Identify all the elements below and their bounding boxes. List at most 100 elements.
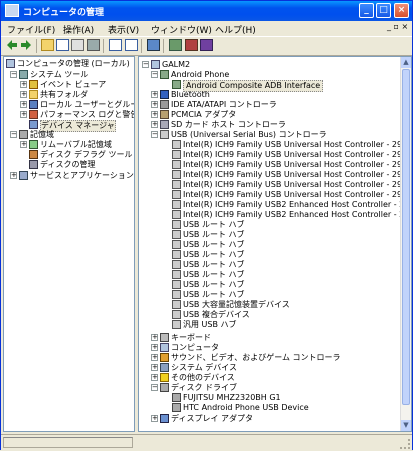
properties-icon[interactable] [71,39,84,51]
console-tree-pane[interactable]: コンピュータの管理 (ローカル) − システム ツール + イベント ビューア … [3,56,135,432]
expand-icon[interactable]: + [10,172,17,179]
device-tree-pane[interactable]: − GALM2 − Android Phone Android Composit… [138,56,412,432]
vertical-scrollbar[interactable]: ▲ ▼ [400,57,411,431]
expand-icon[interactable]: + [151,415,158,422]
disk-drive-icon [172,403,181,412]
menu-bar: ファイル(F) 操作(A) 表示(V) ウィンドウ(W) ヘルプ(H) [1,21,412,36]
computer-icon [6,59,15,68]
title-bar[interactable]: コンピュータの管理 _ □ × [1,1,412,21]
usb-icon [172,180,181,189]
system-devices-icon [160,363,169,372]
toolbar [1,36,412,56]
tools-icon [19,70,28,79]
menu-action[interactable]: 操作(A) [63,23,94,36]
usb-icon [172,230,181,239]
status-panel [3,437,133,448]
uninstall-device-icon[interactable] [200,39,213,51]
device-manager-icon [29,120,38,129]
bluetooth-icon [160,90,169,99]
expand-icon[interactable]: + [151,121,158,128]
shared-folder-icon [29,90,38,99]
forward-arrow-icon[interactable] [20,39,33,51]
expand-icon[interactable]: + [20,101,27,108]
window-title: コンピュータの管理 [23,8,105,18]
expand-icon[interactable]: + [151,344,158,351]
scrollbar-thumb[interactable] [402,69,410,405]
usb-icon [172,150,181,159]
scroll-up-icon[interactable]: ▲ [401,57,411,68]
computer-icon [151,60,160,69]
usb-icon [172,260,181,269]
phone-icon [160,70,169,79]
usb-icon [172,280,181,289]
usb-icon [172,310,181,319]
disable-device-icon[interactable] [185,39,198,51]
computer-management-icon [5,4,19,17]
scroll-down-icon[interactable]: ▼ [401,420,411,431]
event-viewer-icon [29,80,38,89]
collapse-icon[interactable]: − [142,61,149,68]
collapse-icon[interactable]: − [10,131,17,138]
expand-icon[interactable]: + [20,111,27,118]
collapse-icon[interactable]: − [151,384,158,391]
disk-drive-icon [160,383,169,392]
performance-icon [29,110,38,119]
back-arrow-icon[interactable] [5,39,18,51]
menu-file[interactable]: ファイル(F) [7,23,55,36]
computer-icon [160,343,169,352]
print-icon[interactable] [87,39,100,51]
phone-icon [172,80,181,89]
maximize-button[interactable]: □ [376,3,391,18]
expand-icon[interactable]: + [151,364,158,371]
expand-icon[interactable]: + [20,91,27,98]
defrag-icon [29,150,38,159]
usb-icon [160,130,169,139]
expand-icon[interactable]: + [151,111,158,118]
keyboard-icon [160,333,169,342]
menu-window[interactable]: ウィンドウ(W) [151,23,212,36]
removable-storage-icon [29,140,38,149]
usb-icon [172,240,181,249]
usb-icon [172,160,181,169]
expand-icon[interactable]: + [20,81,27,88]
console-icon[interactable] [125,39,138,51]
usb-icon [172,290,181,299]
expand-icon[interactable]: + [151,101,158,108]
storage-icon [19,130,28,139]
mdi-controls[interactable]: _ ▫ × [387,22,411,35]
sd-card-icon [160,120,169,129]
resize-grip[interactable] [400,439,410,449]
minimize-button[interactable]: _ [359,3,374,18]
scan-hardware-icon[interactable] [147,39,160,51]
status-bar [1,434,412,451]
expand-icon[interactable]: + [151,91,158,98]
usb-icon [172,170,181,179]
update-driver-icon[interactable] [169,39,182,51]
usb-icon [172,190,181,199]
close-button[interactable]: × [394,3,409,18]
help-icon[interactable] [109,39,122,51]
unknown-device-icon [160,373,169,382]
collapse-icon[interactable]: − [151,131,158,138]
usb-icon [172,250,181,259]
collapse-icon[interactable]: − [10,71,17,78]
menu-view[interactable]: 表示(V) [108,23,139,36]
usb-icon [172,300,181,309]
ide-icon [160,100,169,109]
usb-icon [172,140,181,149]
show-tree-icon[interactable] [56,39,69,51]
usb-icon [172,320,181,329]
menu-help[interactable]: ヘルプ(H) [215,23,256,36]
disk-management-icon [29,160,38,169]
folder-up-icon[interactable] [41,39,54,51]
collapse-icon[interactable]: − [151,71,158,78]
expand-icon[interactable]: + [151,334,158,341]
usb-icon [172,270,181,279]
sound-icon [160,353,169,362]
expand-icon[interactable]: + [20,141,27,148]
computer-management-window: コンピュータの管理 _ □ × ファイル(F) 操作(A) 表示(V) ウィンド… [0,0,413,451]
expand-icon[interactable]: + [151,374,158,381]
expand-icon[interactable]: + [151,354,158,361]
services-icon [19,171,28,180]
usb-icon [172,220,181,229]
